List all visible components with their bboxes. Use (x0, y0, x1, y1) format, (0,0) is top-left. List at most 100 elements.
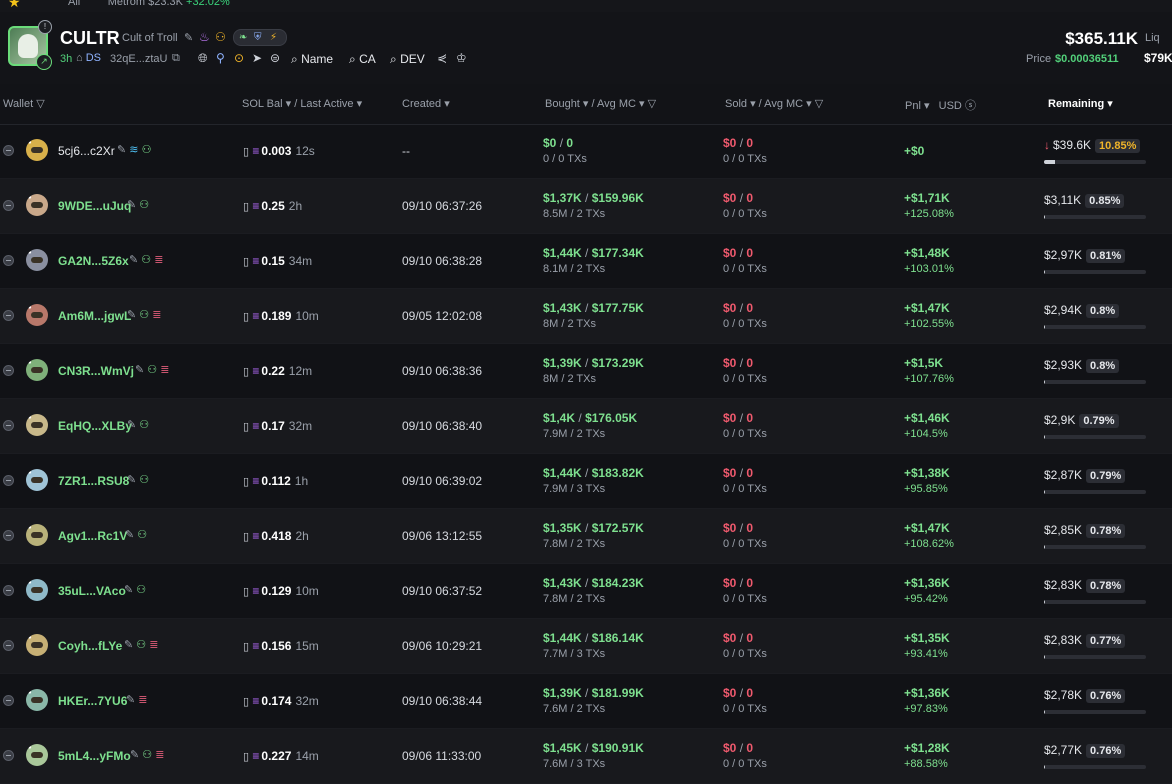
edit-icon[interactable]: ✎ (117, 144, 126, 156)
fish-icon[interactable]: ≋ (129, 144, 138, 156)
col-created[interactable]: Created ▾ (402, 97, 450, 110)
search-ca-button[interactable]: ⌕ CA (349, 52, 376, 67)
col-pnl[interactable]: Pnl ▾ USD ⓢ (905, 97, 976, 113)
table-row[interactable]: ● Am6M...jgwL ✎ ⚇ ≣ ▯ ≡ 0.189 10m 09/05 12:02:… (0, 289, 1172, 344)
menu-circle-icon[interactable]: ⊜ (270, 51, 280, 65)
star-icon[interactable]: ★ (8, 0, 21, 11)
table-row[interactable]: ● Agv1...Rc1V ✎ ⚇ ▯ ≡ 0.418 2h 09/06 13:12:55 $… (0, 509, 1172, 564)
row-toggle[interactable] (3, 695, 14, 706)
feature-pill[interactable]: ❧ ⛨ ⚡ (233, 29, 287, 46)
wallet-avatar[interactable]: ● (26, 634, 48, 656)
edit-icon[interactable]: ✎ (184, 31, 193, 44)
edit-icon[interactable]: ✎ (125, 529, 134, 541)
ticker-strip[interactable]: All Metrom $23.3K +32.02% (68, 0, 230, 8)
wallet-address[interactable]: Am6M...jgwL (58, 309, 131, 323)
user-plus-icon[interactable]: ⚇ (142, 749, 152, 761)
table-row[interactable]: ● Coyh...fLYe ✎ ⚇ ≣ ▯ ≡ 0.156 15m 09/06 10:29:… (0, 619, 1172, 674)
edit-icon[interactable]: ✎ (127, 419, 136, 431)
wallet-avatar[interactable]: ● (26, 524, 48, 546)
wallet-avatar[interactable]: ● (26, 744, 48, 766)
edit-icon[interactable]: ✎ (127, 199, 136, 211)
wallet-avatar[interactable]: ● (26, 414, 48, 436)
wallet-avatar[interactable]: ● (26, 579, 48, 601)
table-row[interactable]: ● 7ZR1...RSU8 ✎ ⚇ ▯ ≡ 0.112 1h 09/10 06:39:02 $… (0, 454, 1172, 509)
table-row[interactable]: ● 5cj6...c2Xr ✎ ≋ ⚇ ▯ ≡ 0.003 12s -- $0 / 0 0 / … (0, 124, 1172, 179)
user-plus-icon[interactable]: ⚇ (142, 144, 152, 156)
token-address[interactable]: 32qE...ztaU (110, 53, 167, 65)
table-row[interactable]: ● CN3R...WmVj ✎ ⚇ ≣ ▯ ≡ 0.22 12m 09/10 06:38:3… (0, 344, 1172, 399)
row-toggle[interactable] (3, 420, 14, 431)
wallet-address[interactable]: 9WDE...uJuq (58, 199, 131, 213)
row-toggle[interactable] (3, 365, 14, 376)
wallet-address[interactable]: GA2N...5Z6x (58, 254, 129, 268)
wallet-avatar[interactable]: ● (26, 139, 48, 161)
wallet-address[interactable]: 5mL4...yFMo (58, 749, 131, 763)
table-row[interactable]: ● 9WDE...uJuq ✎ ⚇ ▯ ≡ 0.25 2h 09/10 06:37:26 $1… (0, 179, 1172, 234)
edit-icon[interactable]: ✎ (130, 749, 139, 761)
crown-icon[interactable]: ♔ (456, 51, 467, 65)
col-sol-bal[interactable]: SOL Bal ▾ / Last Active ▾ (242, 97, 362, 110)
warning-icon[interactable]: ⊙ (234, 51, 244, 65)
table-row[interactable]: ● GA2N...5Z6x ✎ ⚇ ≣ ▯ ≡ 0.15 34m 09/10 06:38:2… (0, 234, 1172, 289)
row-toggle[interactable] (3, 255, 14, 266)
dexscreener-link[interactable]: ⌂ DS (76, 52, 101, 64)
col-wallet[interactable]: Wallet ▽ (3, 97, 45, 110)
table-row[interactable]: ● 35uL...VAco ✎ ⚇ ▯ ≡ 0.129 10m 09/10 06:37:52… (0, 564, 1172, 619)
edit-icon[interactable]: ✎ (124, 584, 133, 596)
telegram-icon[interactable]: ➤ (252, 51, 262, 65)
col-bought[interactable]: Bought ▾ / Avg MC ▾ ▽ (545, 97, 656, 110)
row-toggle[interactable] (3, 475, 14, 486)
wallet-address[interactable]: 5cj6...c2Xr (58, 144, 115, 158)
edit-icon[interactable]: ✎ (126, 694, 135, 706)
filter-icon[interactable]: ▽ (648, 98, 656, 110)
wallet-address[interactable]: CN3R...WmVj (58, 364, 134, 378)
edit-icon[interactable]: ✎ (129, 254, 138, 266)
col-sold[interactable]: Sold ▾ / Avg MC ▾ ▽ (725, 97, 823, 110)
edit-icon[interactable]: ✎ (124, 639, 133, 651)
row-toggle[interactable] (3, 200, 14, 211)
layers-icon[interactable]: ≣ (154, 254, 163, 266)
row-toggle[interactable] (3, 640, 14, 651)
table-row[interactable]: ● EqHQ...XLBy ✎ ⚇ ▯ ≡ 0.17 32m 09/10 06:38:40 $… (0, 399, 1172, 454)
user-plus-icon[interactable]: ⚇ (141, 254, 151, 266)
token-avatar[interactable]: ! ↗ (8, 20, 52, 70)
layers-icon[interactable]: ≣ (138, 694, 147, 706)
wallet-avatar[interactable]: ● (26, 359, 48, 381)
user-plus-icon[interactable]: ⚇ (139, 474, 149, 486)
filter-icon[interactable]: ▽ (36, 98, 44, 110)
wallet-avatar[interactable]: ● (26, 469, 48, 491)
row-toggle[interactable] (3, 530, 14, 541)
layers-icon[interactable]: ≣ (155, 749, 164, 761)
user-plus-icon[interactable]: ⚇ (139, 309, 149, 321)
user-plus-icon[interactable]: ⚇ (139, 419, 149, 431)
user-plus-icon[interactable]: ⚇ (136, 584, 146, 596)
user-plus-icon[interactable]: ⚇ (137, 529, 147, 541)
user-icon[interactable]: ⚲ (216, 51, 225, 65)
row-toggle[interactable] (3, 145, 14, 156)
wallet-avatar[interactable]: ● (26, 689, 48, 711)
row-toggle[interactable] (3, 310, 14, 321)
link-badge-icon[interactable]: ↗ (36, 54, 52, 70)
currency-toggle-icon[interactable]: ⓢ (965, 100, 976, 112)
wallet-address[interactable]: 7ZR1...RSU8 (58, 474, 129, 488)
wallet-avatar[interactable]: ● (26, 194, 48, 216)
info-icon[interactable]: ! (38, 20, 52, 34)
edit-icon[interactable]: ✎ (127, 309, 136, 321)
share-icon[interactable]: ⋞ (437, 51, 447, 65)
wallet-address[interactable]: Coyh...fLYe (58, 639, 122, 653)
table-row[interactable]: ● 5mL4...yFMo ✎ ⚇ ≣ ▯ ≡ 0.227 14m 09/06 11:33:… (0, 729, 1172, 784)
user-plus-icon[interactable]: ⚇ (136, 639, 146, 651)
wallet-address[interactable]: EqHQ...XLBy (58, 419, 132, 433)
layers-icon[interactable]: ≣ (160, 364, 169, 376)
user-plus-icon[interactable]: ⚇ (147, 364, 157, 376)
copy-icon[interactable]: ⧉ (172, 52, 180, 65)
search-name-button[interactable]: ⌕ Name (291, 52, 333, 67)
edit-icon[interactable]: ✎ (135, 364, 144, 376)
layers-icon[interactable]: ≣ (152, 309, 161, 321)
wallet-avatar[interactable]: ● (26, 304, 48, 326)
row-toggle[interactable] (3, 585, 14, 596)
filter-icon[interactable]: ▽ (815, 98, 823, 110)
col-remaining[interactable]: Remaining ▾ (1048, 97, 1113, 110)
wallet-address[interactable]: 35uL...VAco (58, 584, 126, 598)
wallet-address[interactable]: HKEr...7YU6 (58, 694, 127, 708)
